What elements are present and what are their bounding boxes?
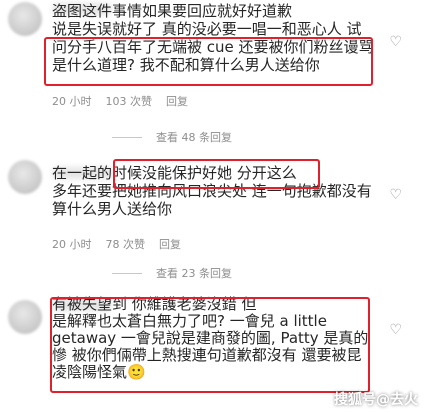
watermark: 搜狐号@去火	[334, 389, 418, 409]
comment-time: 20 小时	[52, 238, 92, 251]
comment-text: 在一起的时候没能保护好她 分开这么 多年还要把她推向风口浪尖处 连一句抱歉都没有…	[52, 164, 372, 218]
comment-likes[interactable]: 78 次赞	[106, 236, 146, 252]
avatar[interactable]	[8, 300, 42, 334]
heart-icon[interactable]: ♡	[389, 187, 402, 203]
view-replies-button[interactable]: 查看 48 条回复	[112, 129, 232, 145]
comment-text: 盗图这件事情如果要回应就好好道歉 说是失误就好了 真的没必要一唱一和恶心人 试 …	[52, 2, 374, 74]
view-replies-label: 查看 23 条回复	[156, 267, 232, 280]
comment-meta: 20 小时 78 次赞 回复	[52, 236, 195, 252]
avatar[interactable]	[8, 160, 42, 194]
divider	[112, 136, 142, 138]
divider	[112, 272, 142, 274]
view-replies-label: 查看 48 条回复	[156, 131, 232, 144]
heart-icon[interactable]: ♡	[389, 34, 402, 50]
heart-icon[interactable]: ♡	[389, 322, 402, 338]
reply-button[interactable]: 回复	[166, 93, 188, 109]
comment-text: 有被失望到 你維護老婆沒錯 但 是解釋也太蒼白無力了吧? 一會兒 a littl…	[52, 295, 369, 381]
reply-button[interactable]: 回复	[159, 236, 181, 252]
comment-likes[interactable]: 103 次赞	[106, 93, 153, 109]
view-replies-button[interactable]: 查看 23 条回复	[112, 265, 232, 281]
comment-time: 20 小时	[52, 95, 92, 108]
comment-meta: 20 小时 103 次赞 回复	[52, 93, 202, 109]
avatar[interactable]	[8, 2, 42, 36]
watermark-text: 搜狐号@去火	[334, 392, 418, 408]
